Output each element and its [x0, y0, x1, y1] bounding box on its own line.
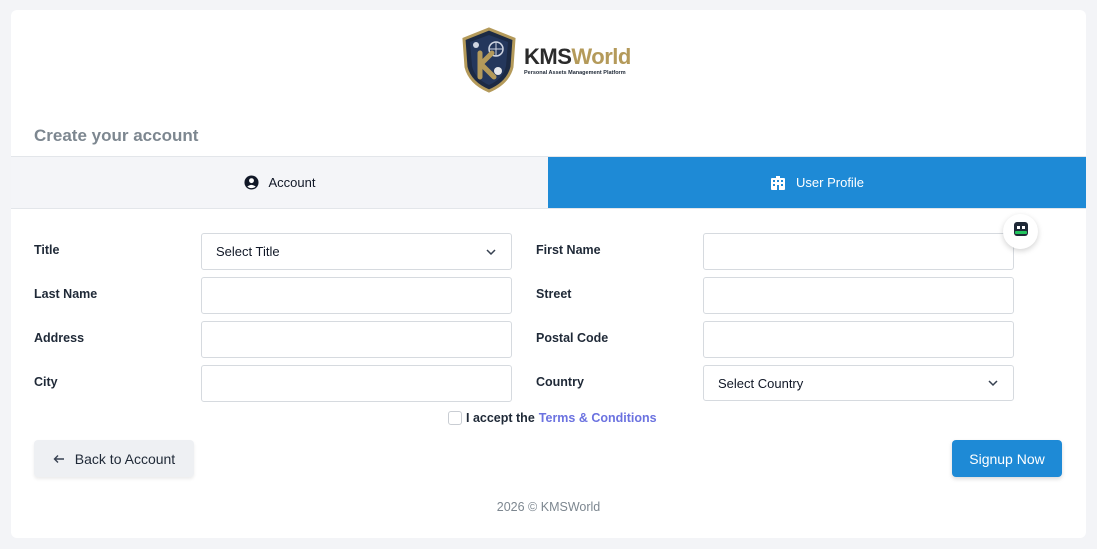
kmsworld-logo: KMSWorld Personal Assets Management Plat…	[460, 26, 640, 94]
chevron-down-icon	[485, 246, 497, 258]
brand-name-part1: KMS	[524, 43, 572, 69]
terms-text: I accept the	[466, 411, 535, 425]
footer-copyright: 2026 © KMSWorld	[496, 500, 601, 514]
address-label: Address	[34, 331, 85, 345]
first-name-input[interactable]	[703, 233, 1014, 270]
arrow-left-icon	[53, 453, 65, 465]
terms-row: I accept the Terms & Conditions	[448, 411, 657, 425]
building-icon	[770, 175, 786, 191]
last-name-label: Last Name	[34, 287, 98, 301]
postal-code-label: Postal Code	[536, 331, 609, 345]
country-select[interactable]: Select Country	[703, 365, 1014, 401]
tab-user-profile-label: User Profile	[796, 175, 864, 190]
robot-icon	[1012, 220, 1030, 243]
terms-checkbox[interactable]	[448, 411, 462, 425]
shield-logo-icon	[462, 27, 516, 93]
signup-card: KMSWorld Personal Assets Management Plat…	[11, 10, 1086, 538]
title-select-value: Select Title	[216, 244, 280, 259]
postal-code-input[interactable]	[703, 321, 1014, 358]
address-input[interactable]	[201, 321, 512, 358]
street-input[interactable]	[703, 277, 1014, 314]
title-select[interactable]: Select Title	[201, 233, 512, 270]
user-circle-icon	[243, 175, 259, 190]
tab-account[interactable]: Account	[11, 157, 548, 208]
page-title: Create your account	[34, 126, 199, 145]
city-label: City	[34, 375, 58, 389]
back-button-label: Back to Account	[74, 450, 176, 467]
brand-name-part2: World	[571, 43, 631, 69]
street-label: Street	[536, 287, 572, 301]
country-select-value: Select Country	[718, 375, 804, 391]
title-label: Title	[34, 243, 60, 257]
chevron-down-icon	[987, 377, 999, 389]
tab-account-label: Account	[268, 175, 316, 190]
country-label: Country	[536, 375, 584, 389]
city-input[interactable]	[201, 365, 512, 402]
signup-tabs: Account User Profile	[11, 156, 1086, 209]
back-to-account-button[interactable]: Back to Account	[34, 440, 194, 477]
chat-widget-button[interactable]	[1003, 214, 1038, 249]
last-name-input[interactable]	[201, 277, 512, 314]
brand-tagline: Personal Assets Management Platform	[524, 69, 626, 76]
tab-user-profile[interactable]: User Profile	[548, 157, 1086, 208]
signup-button[interactable]: Signup Now	[952, 440, 1062, 477]
first-name-label: First Name	[536, 243, 601, 257]
terms-link[interactable]: Terms & Conditions	[539, 411, 657, 425]
